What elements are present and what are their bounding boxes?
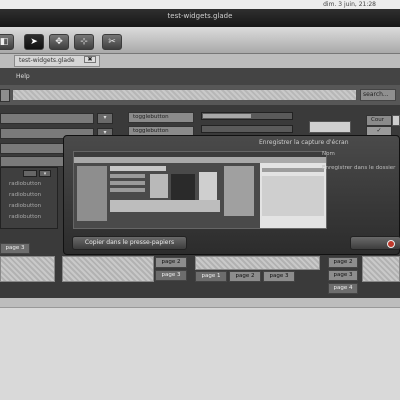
save-screenshot-dialog: Enregistrer la capture d'écran Nom Enreg… — [63, 135, 400, 255]
window-titlebar[interactable]: test-widgets.glade — [0, 9, 400, 27]
cancel-stop-icon — [387, 240, 395, 248]
list-item[interactable]: radiobutton — [9, 192, 41, 198]
list-toolbar-button[interactable] — [23, 170, 37, 177]
menu-help[interactable]: Help — [16, 73, 30, 80]
tab-page-2-center[interactable]: page 2 — [155, 257, 187, 268]
cancel-button[interactable] — [350, 236, 400, 250]
edge-button[interactable] — [392, 115, 400, 126]
toolbar: ◧ ➤ ✥ ⊹ ✂ — [0, 27, 400, 54]
document-tab-strip: test-widgets.glade ✖ — [0, 54, 400, 68]
cour-button[interactable]: Cour — [366, 115, 392, 126]
clock[interactable]: dim. 3 juin, 21:28 — [323, 1, 376, 8]
list-item[interactable]: radiobutton — [9, 181, 41, 187]
combo-arrow-icon[interactable]: ▾ — [97, 113, 113, 124]
filename-label: Nom — [322, 151, 335, 157]
tab-page-3-right[interactable]: page 3 — [328, 270, 358, 281]
save-folder-label: Enregistrer dans le dossier — [322, 165, 396, 171]
align-edit-button[interactable]: ✂ — [102, 34, 122, 50]
search-input[interactable] — [12, 89, 357, 101]
list-item[interactable]: radiobutton — [9, 203, 41, 209]
tab-page-4-right[interactable]: page 4 — [328, 283, 358, 294]
close-tab-icon[interactable]: ✖ — [84, 56, 96, 63]
list-item[interactable]: radiobutton — [9, 214, 41, 220]
progress-fill — [203, 114, 251, 118]
progress-bar — [201, 112, 293, 120]
list-arrow-icon[interactable]: ▾ — [39, 170, 51, 177]
copy-to-clipboard-button[interactable]: Copier dans le presse-papiers — [72, 236, 187, 250]
radio-list: ▾ radiobutton radiobutton radiobutton ra… — [0, 167, 58, 229]
search-row: search... — [0, 85, 400, 105]
tab-page-1[interactable]: page 1 — [195, 271, 227, 282]
tab-page-2[interactable]: page 2 — [229, 271, 261, 282]
center-page-area — [62, 256, 154, 282]
bottom-page-area — [195, 256, 320, 270]
tab-label: test-widgets.glade — [19, 57, 75, 64]
drag-resize-button[interactable]: ✥ — [49, 34, 69, 50]
system-top-bar: dim. 3 juin, 21:28 — [0, 0, 400, 9]
margin-edit-button[interactable]: ⊹ — [74, 34, 94, 50]
tab-page-3-left[interactable]: page 3 — [0, 243, 30, 254]
left-page-area — [0, 256, 55, 282]
tab-page-3[interactable]: page 3 — [263, 271, 295, 282]
menu-handle[interactable] — [0, 89, 10, 102]
combo-box[interactable] — [0, 113, 94, 124]
scale-bar[interactable] — [201, 125, 293, 133]
menubar: Help — [0, 68, 400, 85]
togglebutton[interactable]: togglebutton — [128, 112, 194, 123]
screenshot-preview — [73, 151, 327, 229]
right-page-area — [362, 256, 400, 282]
search-button[interactable]: search... — [360, 89, 396, 101]
spin-button[interactable] — [309, 121, 351, 133]
select-pointer-button[interactable]: ➤ — [24, 34, 44, 50]
tab-page-2-right[interactable]: page 2 — [328, 257, 358, 268]
window-title: test-widgets.glade — [167, 12, 233, 20]
dialog-title: Enregistrer la capture d'écran — [259, 139, 349, 146]
status-bar — [0, 298, 400, 308]
toolbar-button-1[interactable]: ◧ — [0, 34, 14, 50]
tab-page-3-center[interactable]: page 3 — [155, 270, 187, 281]
preview-image — [74, 152, 326, 228]
